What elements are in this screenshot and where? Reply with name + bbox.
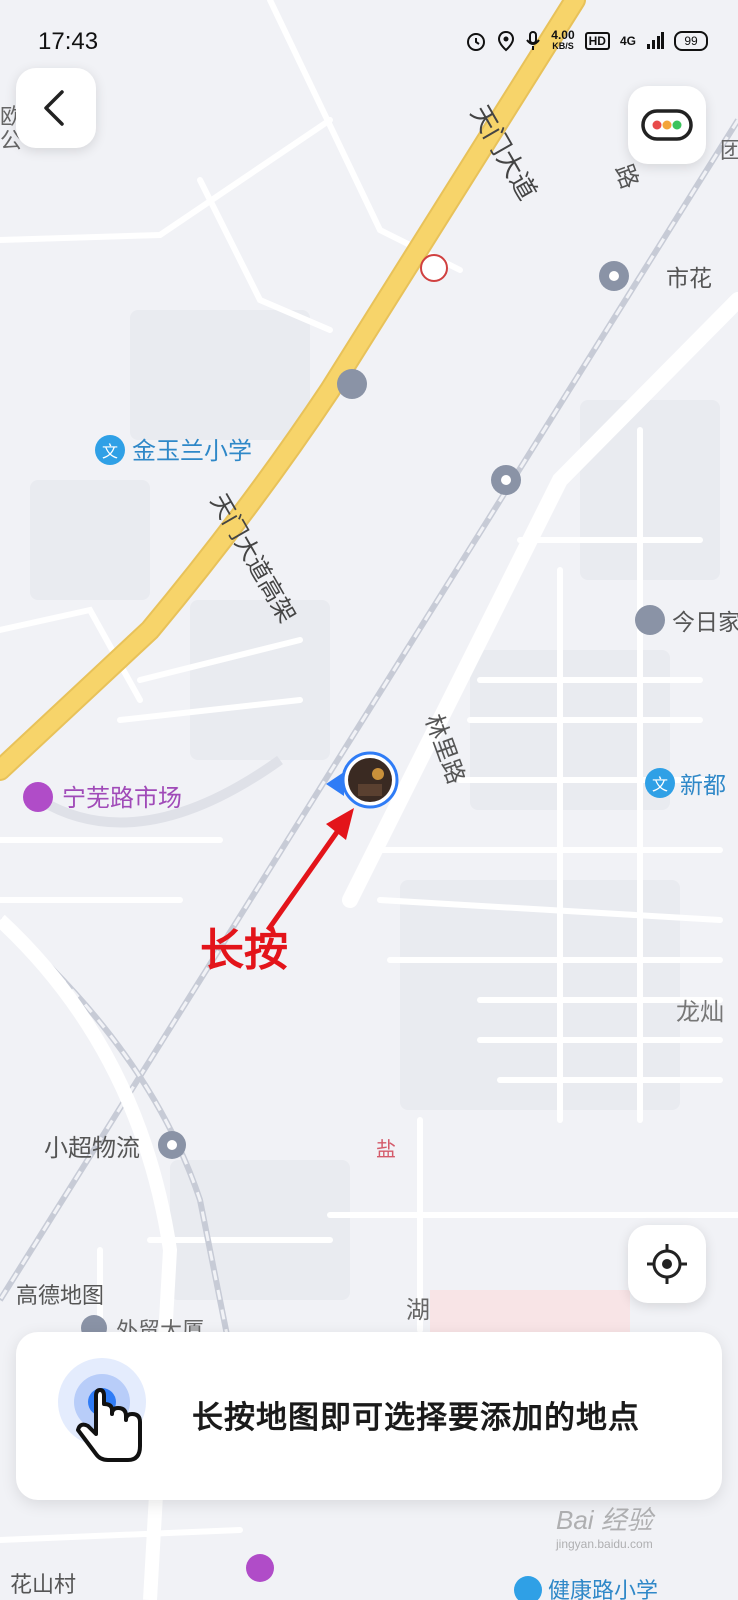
poi-label: 金玉兰小学 <box>132 437 252 465</box>
long-press-hint-card: 长按地图即可选择要添加的地点 <box>16 1332 722 1500</box>
traffic-light-icon <box>641 109 693 141</box>
poi-red-marker[interactable]: 盐 <box>376 1137 396 1161</box>
back-button[interactable] <box>16 68 96 148</box>
poi-purple-bottom[interactable] <box>246 1554 274 1582</box>
poi-partial-right: 团 <box>720 139 738 164</box>
poi-label: 宁芜路市场 <box>62 784 182 812</box>
locate-me-button[interactable] <box>628 1225 706 1303</box>
poi-label: 小超物流 <box>44 1134 140 1162</box>
hint-text: 长按地图即可选择要添加的地点 <box>192 1400 640 1436</box>
building-pin-icon <box>337 369 367 399</box>
poi-jinri-home[interactable]: 今日家 <box>635 605 738 636</box>
poi-gaode-map[interactable]: 高德地图 <box>16 1284 104 1309</box>
poi-ningwu-market[interactable]: 宁芜路市场 <box>23 782 182 812</box>
market-pin-icon <box>246 1554 274 1582</box>
poi-gas-station[interactable] <box>420 254 448 282</box>
poi-unnamed-2[interactable] <box>491 465 521 495</box>
poi-label: 龙灿 <box>676 998 724 1026</box>
poi-longshan[interactable]: 龙灿 <box>676 998 724 1026</box>
building-pin-icon <box>635 605 665 635</box>
poi-label: 健康路小学 <box>548 1579 658 1600</box>
crosshair-icon <box>647 1244 687 1284</box>
long-press-hand-icon <box>58 1358 146 1462</box>
poi-huashan-village[interactable]: 花山村 <box>10 1573 76 1598</box>
poi-jinyulan-school[interactable]: 文 金玉兰小学 <box>95 435 252 465</box>
poi-label: 市花 <box>666 266 712 292</box>
baidu-watermark: Bai 经验 jingyan.baidu.com <box>556 1505 653 1551</box>
market-pin-icon <box>23 782 53 812</box>
road-label-lake: 湖 <box>406 1296 430 1324</box>
poi-label: 新都 <box>680 773 726 799</box>
poi-xindu[interactable]: 文 新都 <box>645 768 726 799</box>
svg-text:文: 文 <box>102 442 118 461</box>
chevron-left-icon <box>44 90 64 126</box>
traffic-toggle-button[interactable] <box>628 86 706 164</box>
annotation-label: 长按 <box>200 925 288 976</box>
poi-label: 花山村 <box>10 1573 76 1598</box>
svg-text:文: 文 <box>652 775 668 794</box>
poi-unnamed-1[interactable] <box>337 369 367 399</box>
poi-label: 今日家 <box>672 610 738 636</box>
poi-label: 高德地图 <box>16 1284 104 1309</box>
poi-jiankang-school[interactable]: 健康路小学 <box>514 1576 658 1600</box>
svg-text:盐: 盐 <box>376 1137 396 1161</box>
svg-text:团: 团 <box>720 139 738 164</box>
gas-station-icon <box>420 254 448 282</box>
